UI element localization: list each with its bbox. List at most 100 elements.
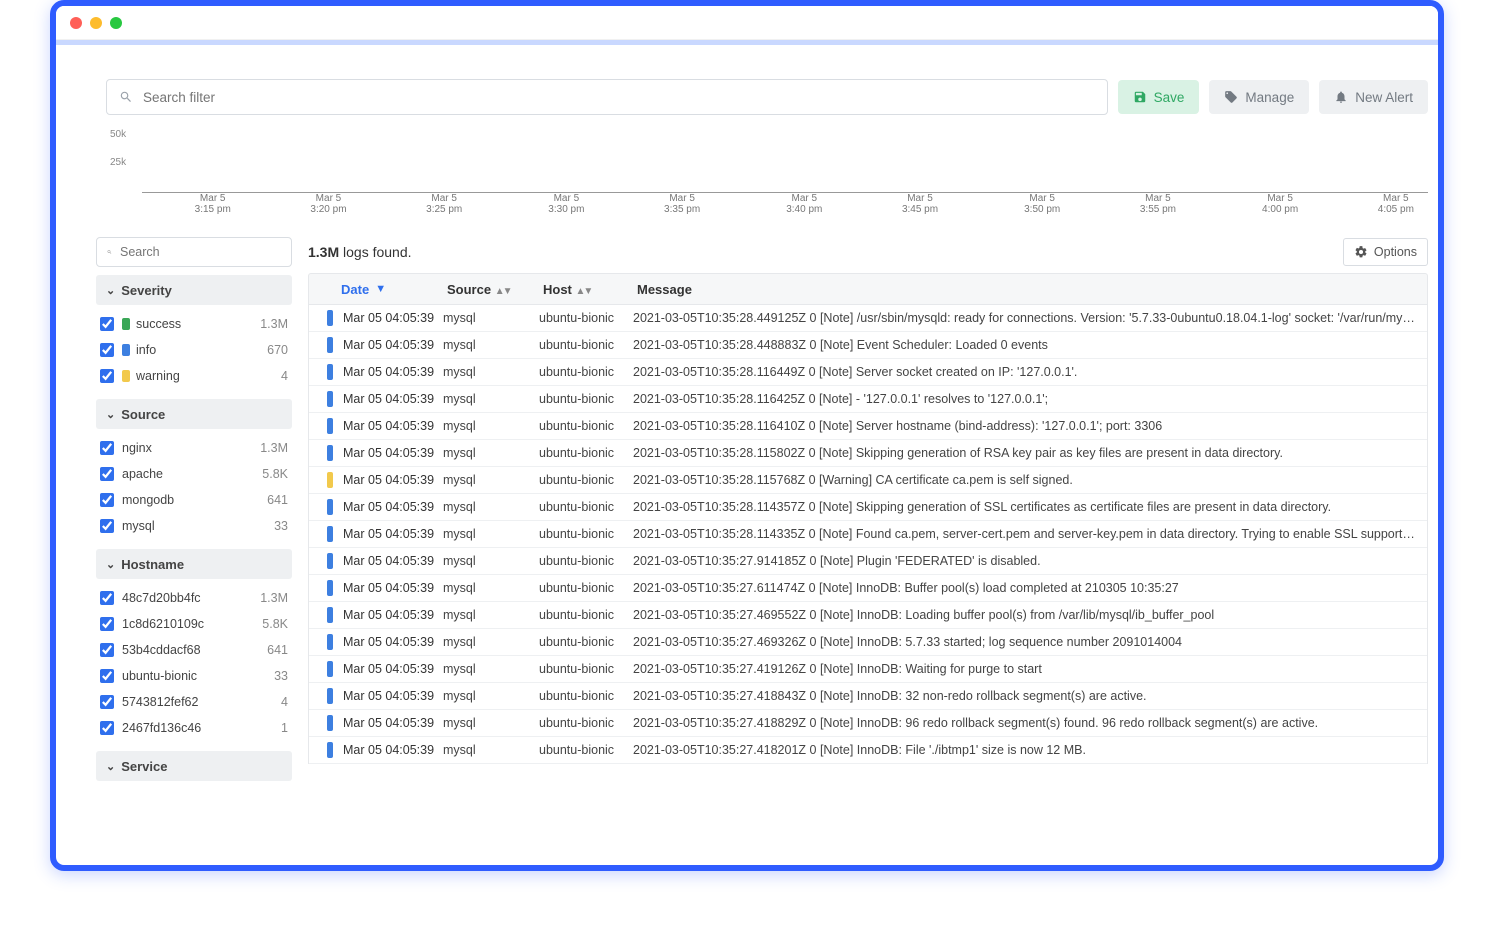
facet-checkbox[interactable]	[100, 369, 114, 383]
log-row[interactable]: Mar 05 04:05:39mysqlubuntu-bionic2021-03…	[309, 656, 1427, 683]
logs-found-text: 1.3M logs found.	[308, 244, 412, 260]
log-message: 2021-03-05T10:35:27.469552Z 0 [Note] Inn…	[633, 608, 1427, 622]
col-date[interactable]: Date ▼	[309, 282, 437, 297]
facet-header-service[interactable]: ⌄Service	[96, 751, 292, 781]
facet-item[interactable]: 5743812fef624	[100, 689, 288, 715]
log-row[interactable]: Mar 05 04:05:39mysqlubuntu-bionic2021-03…	[309, 332, 1427, 359]
timeline-chart: 50k 25k Mar 53:15 pmMar 53:20 pmMar 53:2…	[96, 129, 1428, 223]
chart-bars[interactable]	[142, 129, 1428, 193]
info-icon	[327, 634, 333, 650]
log-row[interactable]: Mar 05 04:05:39mysqlubuntu-bionic2021-03…	[309, 521, 1427, 548]
ytick-50k: 50k	[110, 129, 126, 140]
log-message: 2021-03-05T10:35:28.115802Z 0 [Note] Ski…	[633, 446, 1427, 460]
facet-checkbox[interactable]	[100, 643, 114, 657]
xtick: Mar 53:45 pm	[902, 193, 938, 215]
facet-checkbox[interactable]	[100, 617, 114, 631]
xtick: Mar 53:55 pm	[1140, 193, 1176, 215]
facet-header-source[interactable]: ⌄Source	[96, 399, 292, 429]
xtick: Mar 53:35 pm	[664, 193, 700, 215]
xtick: Mar 53:50 pm	[1024, 193, 1060, 215]
log-message: 2021-03-05T10:35:28.115768Z 0 [Warning] …	[633, 473, 1427, 487]
facet-checkbox[interactable]	[100, 591, 114, 605]
log-row[interactable]: Mar 05 04:05:39mysqlubuntu-bionic2021-03…	[309, 467, 1427, 494]
log-row[interactable]: Mar 05 04:05:39mysqlubuntu-bionic2021-03…	[309, 629, 1427, 656]
col-source[interactable]: Source ▲▼	[437, 282, 533, 297]
xtick: Mar 53:40 pm	[786, 193, 822, 215]
log-row[interactable]: Mar 05 04:05:39mysqlubuntu-bionic2021-03…	[309, 575, 1427, 602]
log-date: Mar 05 04:05:39	[343, 716, 443, 730]
minimize-icon[interactable]	[90, 17, 102, 29]
info-icon	[327, 499, 333, 515]
log-row[interactable]: Mar 05 04:05:39mysqlubuntu-bionic2021-03…	[309, 359, 1427, 386]
xtick: Mar 53:15 pm	[195, 193, 231, 215]
manage-button[interactable]: Manage	[1209, 80, 1309, 114]
facet-item[interactable]: ubuntu-bionic33	[100, 663, 288, 689]
facet-checkbox[interactable]	[100, 519, 114, 533]
log-row[interactable]: Mar 05 04:05:39mysqlubuntu-bionic2021-03…	[309, 683, 1427, 710]
log-row[interactable]: Mar 05 04:05:39mysqlubuntu-bionic2021-03…	[309, 548, 1427, 575]
new-alert-button[interactable]: New Alert	[1319, 80, 1428, 114]
facet-checkbox[interactable]	[100, 317, 114, 331]
facet-checkbox[interactable]	[100, 493, 114, 507]
facet-checkbox[interactable]	[100, 695, 114, 709]
log-date: Mar 05 04:05:39	[343, 527, 443, 541]
log-row[interactable]: Mar 05 04:05:39mysqlubuntu-bionic2021-03…	[309, 440, 1427, 467]
search-filter-input[interactable]	[143, 90, 1095, 105]
app-window: Save Manage New Alert 50k 25k Mar 53:15 …	[50, 0, 1444, 871]
facet-search[interactable]	[96, 237, 292, 267]
gear-icon	[1354, 245, 1368, 259]
facet-checkbox[interactable]	[100, 721, 114, 735]
facet-item[interactable]: 53b4cddacf68641	[100, 637, 288, 663]
options-button[interactable]: Options	[1343, 238, 1428, 266]
save-button[interactable]: Save	[1118, 80, 1200, 114]
facet-header-hostname[interactable]: ⌄Hostname	[96, 549, 292, 579]
log-message: 2021-03-05T10:35:28.114357Z 0 [Note] Ski…	[633, 500, 1427, 514]
log-host: ubuntu-bionic	[539, 716, 633, 730]
search-filter[interactable]	[106, 79, 1108, 115]
chevron-down-icon: ⌄	[106, 284, 115, 297]
options-label: Options	[1374, 245, 1417, 259]
log-host: ubuntu-bionic	[539, 581, 633, 595]
log-source: mysql	[443, 743, 539, 757]
log-host: ubuntu-bionic	[539, 338, 633, 352]
facet-item[interactable]: apache5.8K	[100, 461, 288, 487]
facet-item[interactable]: 1c8d6210109c5.8K	[100, 611, 288, 637]
facet-item[interactable]: mysql33	[100, 513, 288, 539]
fullscreen-icon[interactable]	[110, 17, 122, 29]
col-host[interactable]: Host ▲▼	[533, 282, 627, 297]
log-date: Mar 05 04:05:39	[343, 581, 443, 595]
facet-header-severity[interactable]: ⌄Severity	[96, 275, 292, 305]
log-row[interactable]: Mar 05 04:05:39mysqlubuntu-bionic2021-03…	[309, 602, 1427, 629]
facet-checkbox[interactable]	[100, 669, 114, 683]
close-icon[interactable]	[70, 17, 82, 29]
log-message: 2021-03-05T10:35:27.419126Z 0 [Note] Inn…	[633, 662, 1427, 676]
facet-item[interactable]: nginx1.3M	[100, 435, 288, 461]
log-source: mysql	[443, 419, 539, 433]
log-row[interactable]: Mar 05 04:05:39mysqlubuntu-bionic2021-03…	[309, 737, 1427, 764]
log-row[interactable]: Mar 05 04:05:39mysqlubuntu-bionic2021-03…	[309, 413, 1427, 440]
log-source: mysql	[443, 635, 539, 649]
facet-item[interactable]: info670	[100, 337, 288, 363]
info-icon	[327, 364, 333, 380]
title-bar	[56, 6, 1438, 40]
chevron-down-icon: ⌄	[106, 558, 115, 571]
facet-checkbox[interactable]	[100, 343, 114, 357]
log-row[interactable]: Mar 05 04:05:39mysqlubuntu-bionic2021-03…	[309, 710, 1427, 737]
facet-checkbox[interactable]	[100, 467, 114, 481]
info-icon	[327, 553, 333, 569]
log-source: mysql	[443, 554, 539, 568]
facet-search-input[interactable]	[120, 245, 281, 259]
info-icon	[327, 580, 333, 596]
log-row[interactable]: Mar 05 04:05:39mysqlubuntu-bionic2021-03…	[309, 305, 1427, 332]
facet-item[interactable]: warning4	[100, 363, 288, 389]
traffic-lights	[70, 17, 122, 29]
facet-item[interactable]: mongodb641	[100, 487, 288, 513]
facet-item[interactable]: 2467fd136c461	[100, 715, 288, 741]
facet-item[interactable]: 48c7d20bb4fc1.3M	[100, 585, 288, 611]
facet-item[interactable]: success1.3M	[100, 311, 288, 337]
log-row[interactable]: Mar 05 04:05:39mysqlubuntu-bionic2021-03…	[309, 386, 1427, 413]
log-row[interactable]: Mar 05 04:05:39mysqlubuntu-bionic2021-03…	[309, 494, 1427, 521]
log-source: mysql	[443, 446, 539, 460]
log-source: mysql	[443, 500, 539, 514]
facet-checkbox[interactable]	[100, 441, 114, 455]
